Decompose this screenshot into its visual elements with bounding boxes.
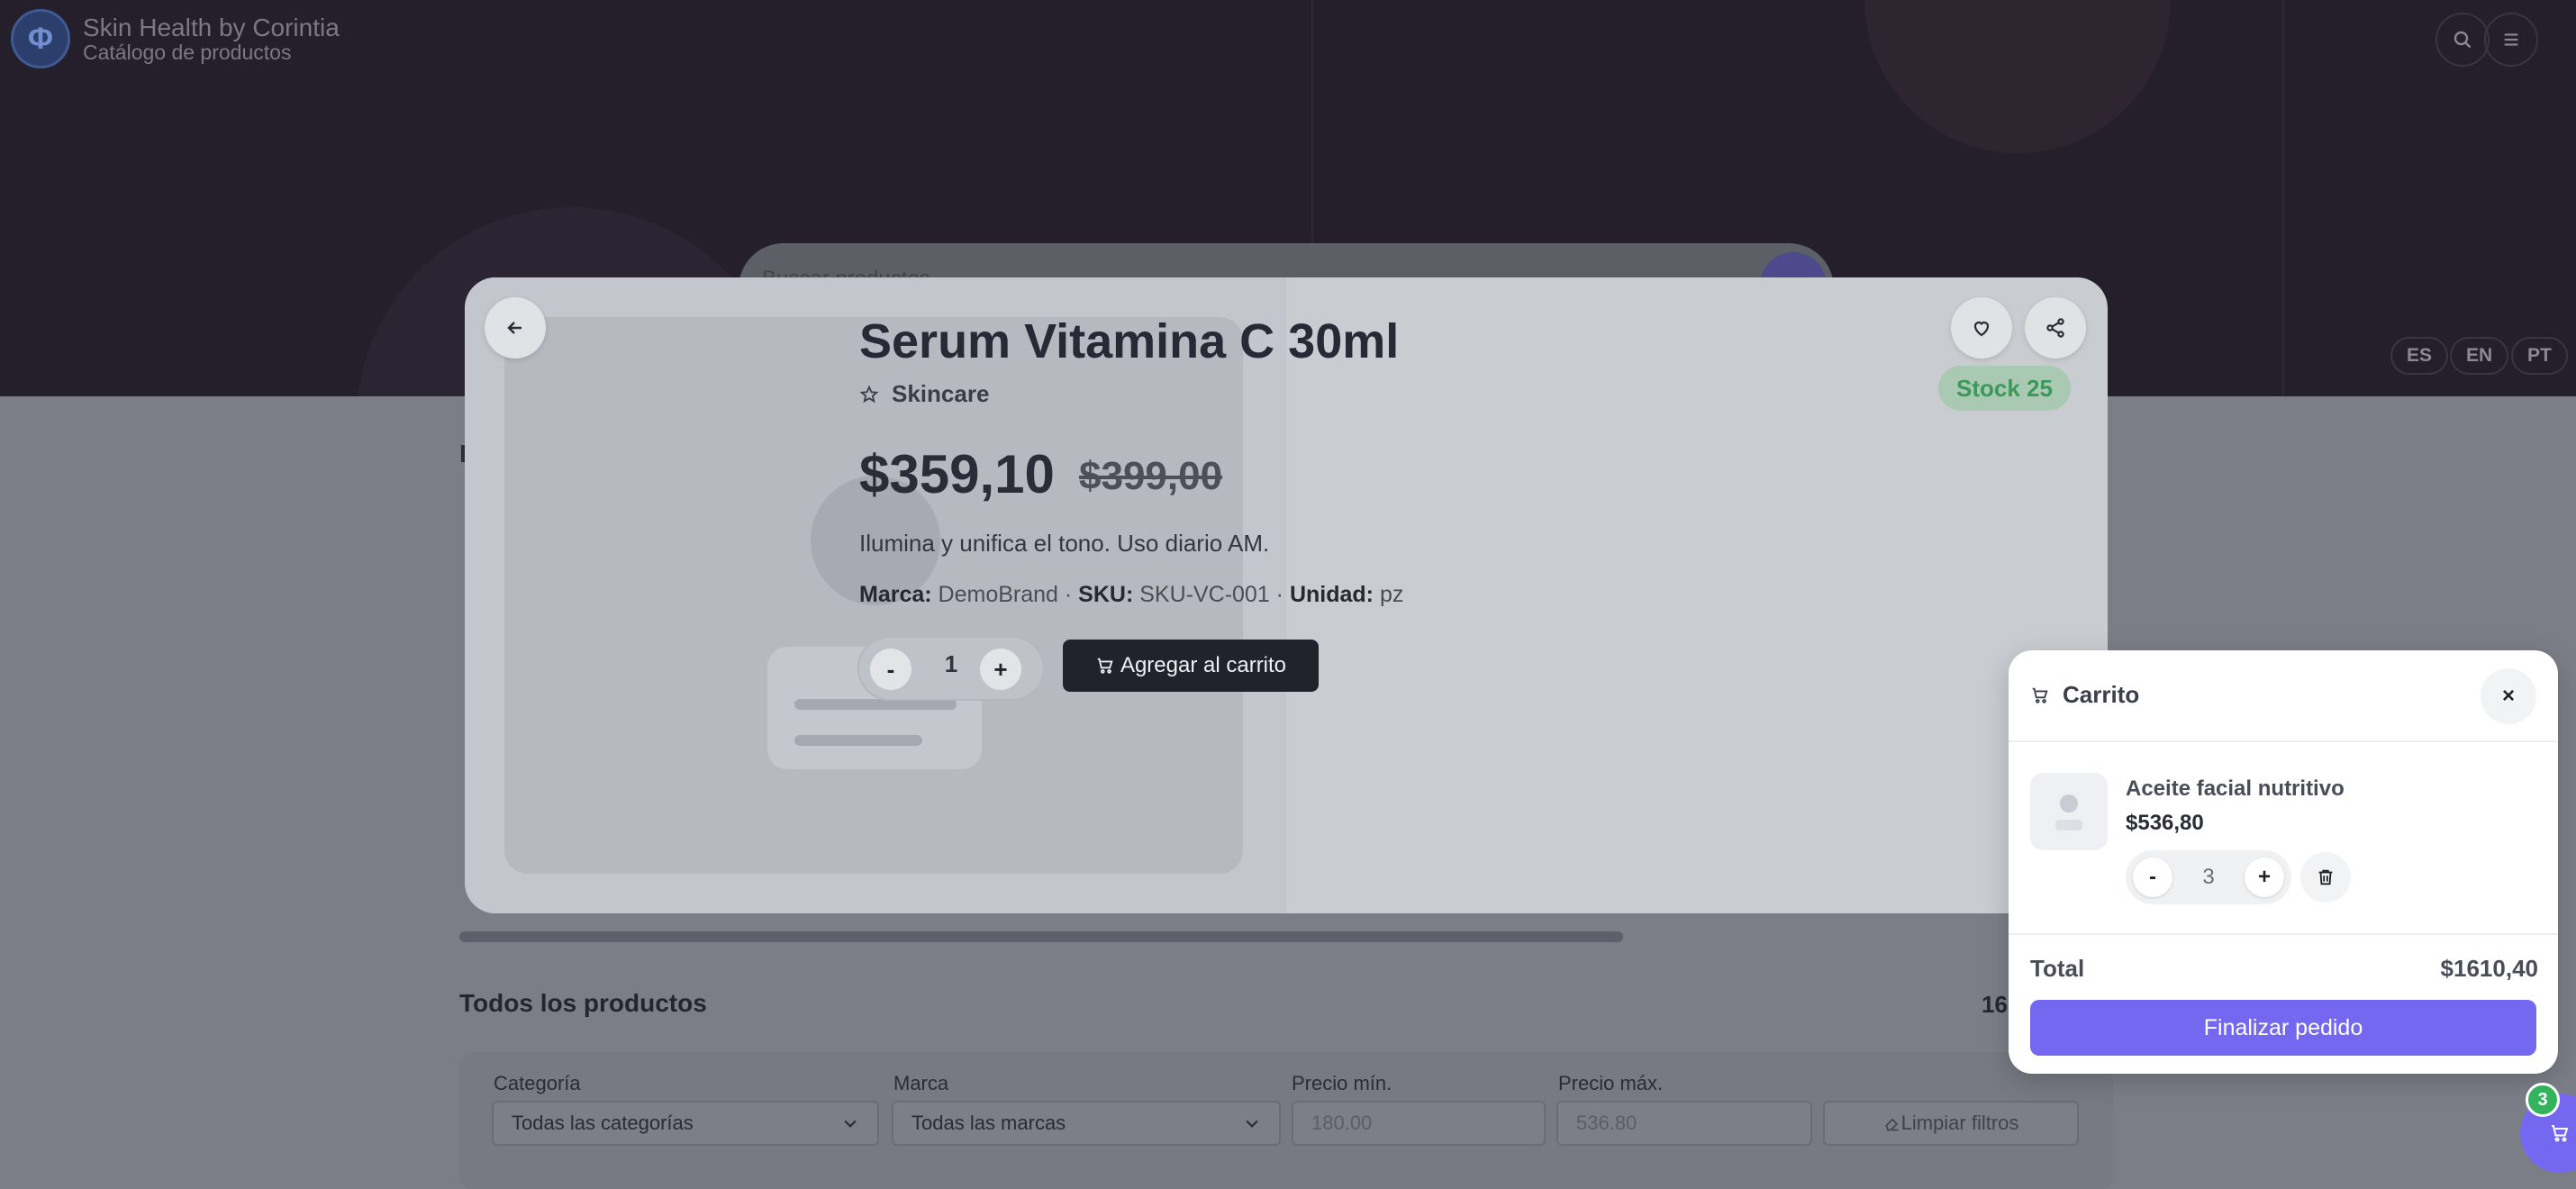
brand-logo-icon: Φ (11, 9, 70, 68)
checkout-button[interactable]: Finalizar pedido (2030, 1000, 2536, 1056)
quantity-value: 1 (944, 650, 958, 677)
max-price-label: Precio máx. (1558, 1072, 1664, 1094)
divider (2009, 933, 2558, 935)
menu-icon (2504, 33, 2518, 46)
increase-quantity-button[interactable]: + (980, 649, 1021, 690)
brand-key: Marca: (859, 582, 932, 607)
product-old-price: $399,00 (1079, 454, 1223, 498)
heart-icon (1973, 321, 1990, 337)
cart-item-quantity-stepper: - 3 + (2126, 850, 2291, 904)
unit-value: pz (1379, 582, 1404, 607)
product-category: Skincare (859, 380, 989, 408)
cart-title: Carrito (2063, 681, 2140, 708)
share-button[interactable] (2025, 297, 2086, 359)
placeholder-line (794, 735, 922, 746)
min-price-label: Precio mín. (1292, 1072, 1392, 1094)
brand-title: Skin Health by Corintia (83, 14, 340, 41)
decorative-circle (1864, 0, 2171, 153)
divider (2282, 0, 2284, 396)
add-to-cart-label: Agregar al carrito (1120, 653, 1287, 677)
unit-key: Unidad: (1289, 582, 1374, 607)
meta-separator: · (1269, 582, 1290, 607)
cart-item-thumbnail (2030, 773, 2108, 850)
cart-total-value: $1610,40 (2440, 955, 2538, 982)
sku-key: SKU: (1078, 582, 1134, 607)
arrow-left-icon (507, 322, 522, 334)
product-category-label: Skincare (892, 380, 990, 407)
back-button[interactable] (485, 297, 546, 359)
product-modal: Serum Vitamina C 30ml Skincare Stock 25 … (465, 277, 2108, 913)
chevron-down-icon (844, 1120, 857, 1128)
remove-item-button[interactable] (2300, 852, 2351, 903)
cart-plus-icon (1097, 658, 1113, 674)
lang-button-pt[interactable]: PT (2511, 337, 2568, 375)
favorite-button[interactable] (1951, 297, 2012, 359)
star-icon (859, 385, 879, 403)
thumbnail-placeholder-line (2055, 820, 2082, 830)
section-title: Todos los productos (459, 989, 707, 1017)
category-select[interactable]: Todas las categorías (492, 1101, 879, 1146)
search-button[interactable] (2435, 13, 2490, 67)
brand-value: DemoBrand (938, 582, 1058, 607)
stock-badge: Stock 25 (1938, 366, 2071, 411)
search-icon (2454, 31, 2472, 49)
trash-icon (2318, 869, 2333, 885)
meta-separator: · (1057, 582, 1079, 607)
product-description: Ilumina y unifica el tono. Uso diario AM… (859, 530, 1270, 557)
carousel-scrollbar[interactable] (459, 931, 1623, 942)
cart-total-label: Total (2030, 955, 2085, 982)
lang-button-es[interactable]: ES (2390, 337, 2449, 375)
category-filter-label: Categoría (494, 1072, 581, 1094)
quantity-stepper: - 1 + (857, 636, 1045, 701)
brand-select-value: Todas las marcas (912, 1112, 1066, 1134)
category-select-value: Todas las categorías (512, 1112, 694, 1134)
product-count: 16 (1982, 991, 2008, 1018)
clear-filters-label: Limpiar filtros (1900, 1112, 2019, 1134)
menu-button[interactable] (2484, 13, 2538, 67)
cart-item-price: $536,80 (2126, 811, 2204, 835)
product-meta: Marca: DemoBrand · SKU: SKU-VC-001 · Uni… (859, 582, 1403, 608)
lang-button-en[interactable]: EN (2450, 337, 2509, 375)
thumbnail-placeholder-circle (2060, 794, 2078, 812)
add-to-cart-button[interactable]: Agregar al carrito (1063, 640, 1319, 692)
chevron-down-icon (1246, 1120, 1258, 1128)
clear-filters-button[interactable]: Limpiar filtros (1823, 1101, 2079, 1146)
max-price-input[interactable]: 536.80 (1556, 1101, 1812, 1146)
share-icon (2046, 318, 2064, 338)
cart-item-quantity: 3 (2202, 865, 2215, 889)
min-price-input[interactable]: 180.00 (1292, 1101, 1546, 1146)
cart-decrease-button[interactable]: - (2133, 858, 2172, 897)
brand-subtitle: Catálogo de productos (83, 41, 292, 64)
cart-item-name: Aceite facial nutritivo (2126, 776, 2345, 801)
brand-filter-label: Marca (893, 1072, 949, 1094)
cart-icon (2032, 687, 2048, 703)
eraser-icon (1884, 1118, 1899, 1131)
cart-panel: Carrito × Aceite facial nutritivo $536,8… (2009, 650, 2558, 1074)
divider (2009, 740, 2558, 742)
cart-count-badge: 3 (2526, 1083, 2560, 1117)
cart-close-button[interactable]: × (2481, 668, 2536, 724)
brand-select[interactable]: Todas las marcas (892, 1101, 1281, 1146)
product-price: $359,10 (859, 444, 1055, 504)
cart-increase-button[interactable]: + (2245, 858, 2284, 897)
brand[interactable]: Φ Skin Health by Corintia Catálogo de pr… (11, 9, 340, 68)
product-title: Serum Vitamina C 30ml (859, 314, 1400, 368)
sku-value: SKU-VC-001 (1139, 582, 1270, 607)
cart-header: Carrito (2030, 681, 2139, 709)
decrease-quantity-button[interactable]: - (870, 649, 912, 690)
